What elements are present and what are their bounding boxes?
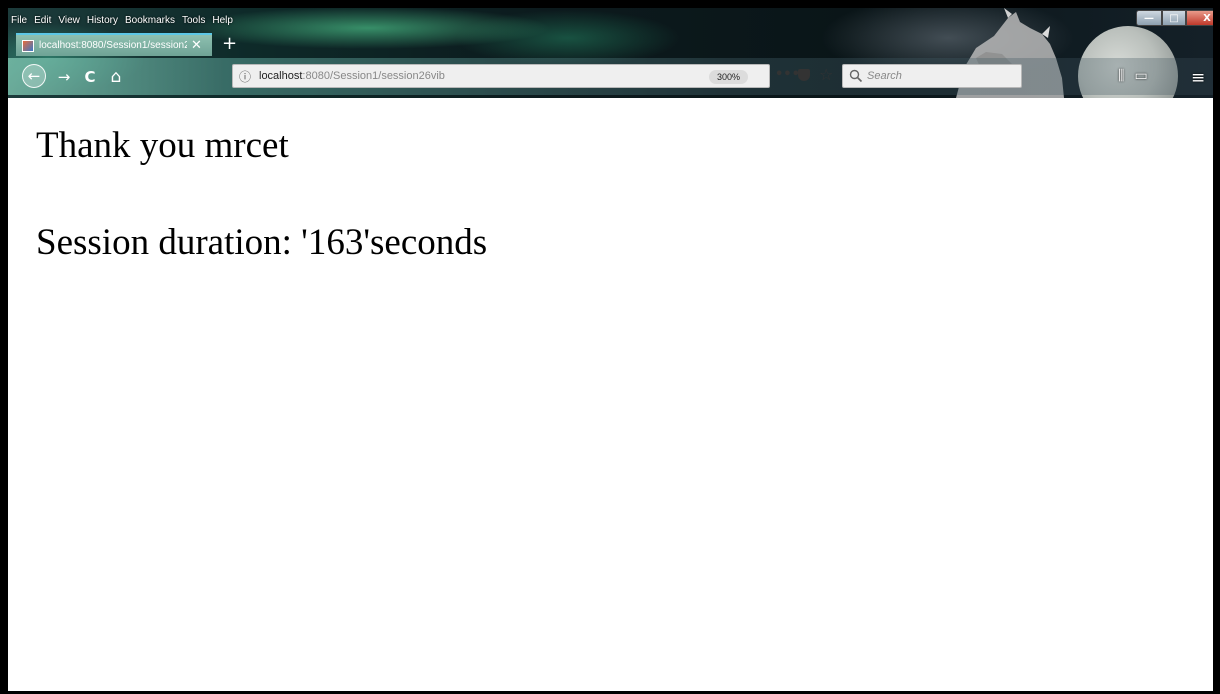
toolbar-icons: ⫼ ▭ xyxy=(1118,68,1148,84)
menu-help[interactable]: Help xyxy=(212,13,233,29)
maximize-button[interactable]: □ xyxy=(1162,10,1186,26)
url-host: localhost xyxy=(259,70,303,82)
pocket-icon[interactable] xyxy=(798,69,810,81)
address-bar[interactable]: ⓘ localhost:8080/Session1/session26vib 3… xyxy=(232,64,833,88)
tab-close-icon[interactable]: ✕ xyxy=(191,39,202,52)
browser-chrome: File Edit View History Bookmarks Tools H… xyxy=(8,8,1213,126)
tab-title: localhost:8080/Session1/session26vib xyxy=(39,40,187,51)
sidebar-icon[interactable]: ▭ xyxy=(1134,68,1147,84)
site-info-icon[interactable]: ⓘ xyxy=(239,68,251,85)
tab-active[interactable]: localhost:8080/Session1/session26vib ✕ xyxy=(16,33,212,56)
url-text[interactable]: localhost:8080/Session1/session26vib xyxy=(259,70,445,82)
menu-edit[interactable]: Edit xyxy=(34,13,51,29)
session-duration-text: Session duration: '163'seconds xyxy=(36,222,488,263)
back-button[interactable]: ← xyxy=(22,64,46,88)
menu-bookmarks[interactable]: Bookmarks xyxy=(125,13,175,29)
browser-window: File Edit View History Bookmarks Tools H… xyxy=(8,8,1213,691)
forward-button[interactable]: → xyxy=(54,67,74,87)
zoom-level-badge[interactable]: 300% xyxy=(709,70,749,84)
bookmark-star-icon[interactable]: ☆ xyxy=(819,65,833,85)
search-icon xyxy=(849,69,863,83)
favicon-icon xyxy=(22,39,34,52)
page-content: Thank you mrcet Session duration: '163's… xyxy=(8,98,1213,691)
library-icon[interactable]: ⫼ xyxy=(1118,68,1124,84)
url-path: :8080/Session1/session26vib xyxy=(302,70,445,82)
navigation-bar: ← → C ⌂ ⓘ localhost:8080/Session1/sessio… xyxy=(8,58,1213,95)
menu-file[interactable]: File xyxy=(11,13,27,29)
reload-button[interactable]: C xyxy=(80,67,100,87)
hamburger-menu-icon[interactable]: ≡ xyxy=(1191,68,1205,88)
menu-history[interactable]: History xyxy=(87,13,118,29)
search-input[interactable]: Search xyxy=(842,64,1022,88)
new-tab-button[interactable]: + xyxy=(222,35,237,53)
page-actions-icon[interactable]: ••• xyxy=(775,67,800,82)
close-window-button[interactable]: X xyxy=(1186,10,1213,26)
minimize-button[interactable]: — xyxy=(1136,10,1162,26)
thank-you-message: Thank you mrcet xyxy=(36,125,289,166)
window-controls: — □ X xyxy=(1136,10,1213,26)
menu-bar: File Edit View History Bookmarks Tools H… xyxy=(8,13,233,29)
search-placeholder: Search xyxy=(867,70,902,82)
menu-tools[interactable]: Tools xyxy=(182,13,205,29)
home-button[interactable]: ⌂ xyxy=(106,67,126,87)
menu-view[interactable]: View xyxy=(58,13,80,29)
